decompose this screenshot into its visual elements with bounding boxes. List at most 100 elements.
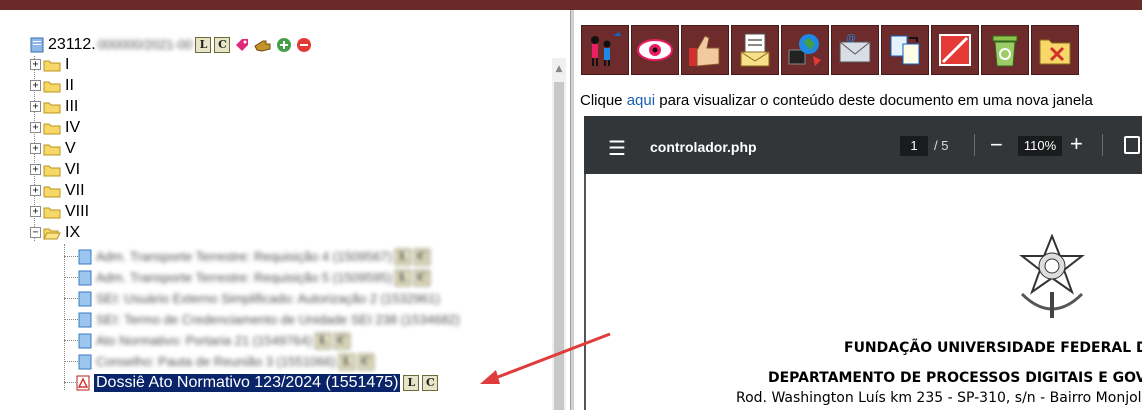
folder-label[interactable]: V — [65, 140, 76, 158]
expand-icon[interactable]: + — [30, 164, 41, 175]
open-new-window-link[interactable]: aqui — [627, 92, 655, 109]
document-panel: @ Clique aqui para visualizar o conteúdo… — [574, 10, 1142, 410]
document-label[interactable]: Conselho: Pauta de Reunião 3 (1551066) — [96, 354, 336, 369]
document-icon — [78, 354, 92, 369]
hand-point-icon[interactable] — [254, 37, 272, 53]
open-folder-icon — [43, 228, 61, 239]
tree-document-item[interactable]: Ato Normativo: Portaria 21 (1549764) L C — [78, 330, 351, 351]
document-l-button[interactable]: L — [338, 353, 355, 370]
document-label[interactable]: Adm. Transporte Terrestre: Requisição 4 … — [96, 249, 392, 264]
selected-document-label[interactable]: Dossiê Ato Normativo 123/2024 (1551475) — [94, 373, 401, 392]
tree-folder-item[interactable]: + III — [30, 96, 78, 117]
folder-label[interactable]: II — [65, 77, 74, 95]
copy-button[interactable] — [881, 25, 929, 75]
tree-folder-item[interactable]: + IV — [30, 117, 80, 138]
pdf-viewer: ☰ controlador.php 1 / 5 − 110% + FUNDAÇÃ… — [584, 116, 1142, 410]
folder-label[interactable]: I — [65, 56, 69, 74]
menu-icon[interactable]: ☰ — [608, 136, 626, 161]
expand-icon[interactable]: + — [30, 185, 41, 196]
tree-document-item[interactable]: Adm. Transporte Terrestre: Requisição 5 … — [78, 267, 431, 288]
open-new-window-hint: Clique aqui para visualizar o conteúdo d… — [580, 92, 1093, 109]
email-button[interactable]: @ — [831, 25, 879, 75]
tree-folder-item-open[interactable]: − IX — [30, 222, 80, 243]
cancel-button[interactable] — [931, 25, 979, 75]
copy-icon — [890, 35, 920, 65]
remove-icon[interactable] — [296, 37, 312, 53]
root-l-button[interactable]: L — [195, 36, 212, 53]
exclude-button[interactable] — [1031, 25, 1079, 75]
tree-document-item[interactable]: Conselho: Pauta de Reunião 3 (1551066) L… — [78, 351, 374, 372]
document-icon — [78, 333, 92, 348]
process-number[interactable]: 23112. — [48, 36, 96, 54]
folder-label[interactable]: VII — [65, 182, 85, 200]
tree-document-item[interactable]: SEI: Termo de Credenciamento de Unidade … — [78, 309, 460, 330]
zoom-out-button[interactable]: − — [990, 132, 1003, 158]
tree-document-item[interactable]: SEI: Usuário Externo Simplificado: Autor… — [78, 288, 440, 309]
folder-label[interactable]: IV — [65, 119, 80, 137]
tree-root[interactable]: 23112. 000000/2021-00 L C — [30, 34, 312, 55]
tree-document-item-selected[interactable]: Dossiê Ato Normativo 123/2024 (1551475) … — [76, 372, 439, 393]
annotation-arrow-icon — [480, 332, 611, 384]
zoom-level-input[interactable]: 110% — [1018, 136, 1062, 156]
folder-label[interactable]: VI — [65, 161, 80, 179]
expand-icon[interactable]: + — [30, 143, 41, 154]
pdf-filename: controlador.php — [650, 139, 757, 155]
document-label[interactable]: Ato Normativo: Portaria 21 (1549764) — [96, 333, 312, 348]
document-toolbar: @ — [581, 25, 1079, 75]
expand-icon[interactable]: + — [30, 206, 41, 217]
document-c-button[interactable]: C — [357, 353, 374, 370]
tree-folder-item[interactable]: + I — [30, 54, 69, 75]
send-email-document-button[interactable] — [731, 25, 779, 75]
tree-document-item[interactable]: Adm. Transporte Terrestre: Requisição 4 … — [78, 246, 431, 267]
document-l-button[interactable]: L — [395, 248, 412, 265]
toolbar-separator — [974, 134, 975, 156]
tree-folder-item[interactable]: + VII — [30, 180, 85, 201]
pdf-heading-1: FUNDAÇÃO UNIVERSIDADE FEDERAL DE — [844, 340, 1142, 356]
document-icon — [78, 249, 92, 264]
tag-icon[interactable] — [234, 37, 250, 53]
document-icon — [78, 312, 92, 327]
expand-icon[interactable]: + — [30, 122, 41, 133]
expand-icon[interactable]: + — [30, 59, 41, 70]
document-l-button[interactable]: L — [315, 332, 332, 349]
zoom-in-button[interactable]: + — [1070, 131, 1083, 157]
tree-folder-item[interactable]: + II — [30, 75, 74, 96]
pdf-toolbar: ☰ controlador.php 1 / 5 − 110% + — [584, 116, 1142, 174]
expand-icon[interactable]: + — [30, 80, 41, 91]
tree-guide-line — [64, 256, 78, 257]
tree-folder-item[interactable]: + VI — [30, 159, 80, 180]
tree-folder-item[interactable]: + VIII — [30, 201, 89, 222]
people-button[interactable] — [581, 25, 629, 75]
expand-icon[interactable]: + — [30, 101, 41, 112]
folder-label[interactable]: IX — [65, 224, 80, 242]
root-c-button[interactable]: C — [214, 36, 231, 53]
folder-label[interactable]: III — [65, 98, 78, 116]
document-label[interactable]: SEI: Usuário Externo Simplificado: Autor… — [96, 291, 440, 306]
collapse-icon[interactable]: − — [30, 227, 41, 238]
sync-button[interactable] — [781, 25, 829, 75]
thumbs-up-icon — [689, 35, 720, 67]
selected-l-button[interactable]: L — [403, 374, 420, 391]
document-c-button[interactable]: C — [334, 332, 351, 349]
selected-c-button[interactable]: C — [422, 374, 439, 391]
document-c-button[interactable]: C — [414, 248, 431, 265]
view-button[interactable] — [631, 25, 679, 75]
document-c-button[interactable]: C — [414, 269, 431, 286]
approve-button[interactable] — [681, 25, 729, 75]
tree-folder-item[interactable]: + V — [30, 138, 76, 159]
pdf-heading-2: DEPARTAMENTO DE PROCESSOS DIGITAIS E GOV… — [768, 370, 1142, 386]
document-label[interactable]: Adm. Transporte Terrestre: Requisição 5 … — [96, 270, 392, 285]
document-label[interactable]: SEI: Termo de Credenciamento de Unidade … — [96, 312, 460, 327]
add-icon[interactable] — [276, 37, 292, 53]
pdf-document-icon — [76, 375, 90, 390]
delete-button[interactable] — [981, 25, 1029, 75]
page-number-input[interactable]: 1 — [900, 136, 928, 156]
folder-label[interactable]: VIII — [65, 203, 89, 221]
svg-text:@: @ — [846, 33, 856, 44]
scroll-up-icon[interactable]: ▲ — [552, 62, 566, 76]
document-l-button[interactable]: L — [395, 269, 412, 286]
fit-page-icon[interactable] — [1124, 136, 1140, 154]
pdf-address: Rod. Washington Luís km 235 - SP-310, s/… — [736, 390, 1142, 406]
folder-icon — [43, 144, 61, 155]
folder-icon — [43, 60, 61, 71]
